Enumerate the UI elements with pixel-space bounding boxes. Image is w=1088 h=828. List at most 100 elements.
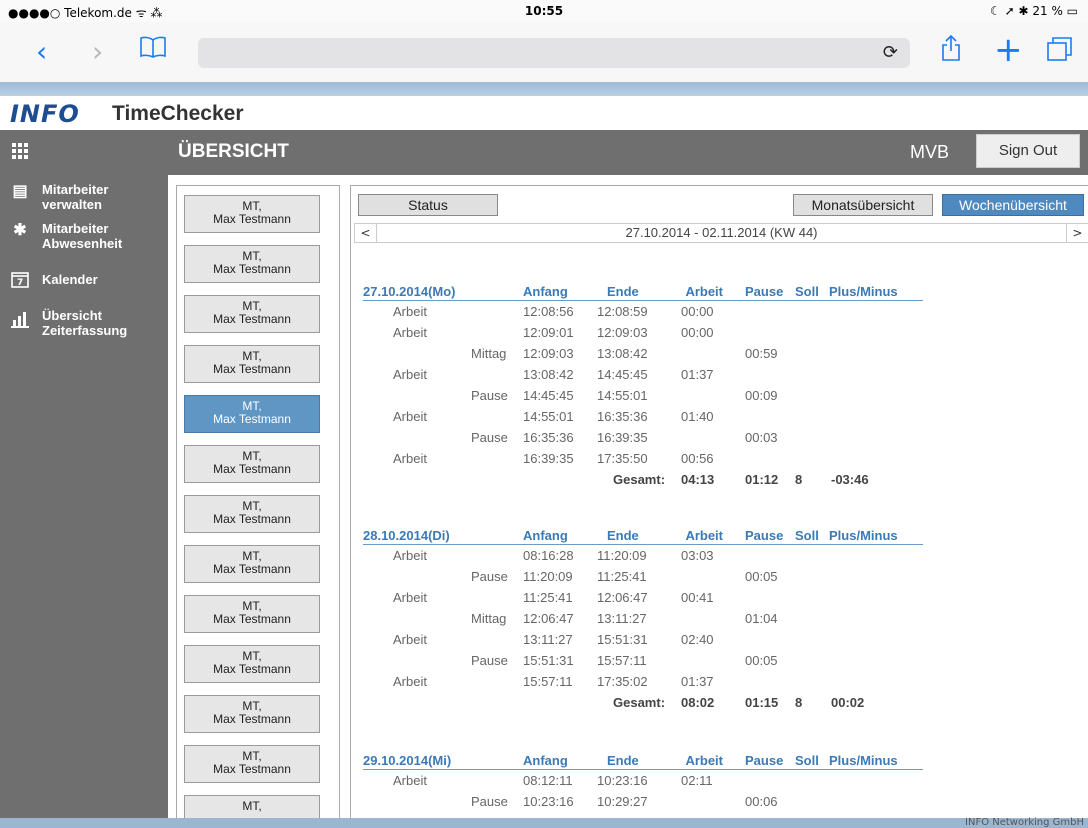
entry-end: 15:51:31 bbox=[597, 632, 648, 647]
page-top-band bbox=[0, 82, 1088, 96]
entry-end: 13:11:27 bbox=[597, 611, 647, 626]
employee-button[interactable]: MT, Max Testmann bbox=[184, 645, 320, 683]
employee-button[interactable]: MT, Max Testmann bbox=[184, 345, 320, 383]
entry-work: 00:56 bbox=[681, 451, 714, 466]
col-arbeit: Arbeit bbox=[685, 284, 723, 299]
entry-type: Arbeit bbox=[393, 632, 427, 647]
weekly-overview-button[interactable]: Wochenübersicht bbox=[942, 194, 1084, 216]
time-entry-row: Arbeit 12:09:01 12:09:03 00:00 bbox=[363, 322, 923, 343]
back-icon[interactable]: ‹ bbox=[36, 36, 47, 68]
time-entry-row: Arbeit 12:08:56 12:08:59 00:00 bbox=[363, 301, 923, 322]
sidebar-item-label: Mitarbeiter Abwesenheit bbox=[42, 221, 123, 251]
col-pause: Pause bbox=[745, 284, 784, 299]
time-entry-row: Arbeit 11:25:41 12:06:47 00:41 bbox=[363, 587, 923, 608]
day-date: 28.10.2014(Di) bbox=[363, 528, 450, 543]
prev-week-button[interactable]: < bbox=[355, 224, 377, 242]
employee-button[interactable]: MT, Max Testmann bbox=[184, 195, 320, 233]
total-work: 08:02 bbox=[681, 695, 715, 710]
total-soll: 8 bbox=[795, 472, 803, 487]
entry-break-type: Pause bbox=[471, 569, 508, 584]
gear-icon: ✱ bbox=[13, 222, 27, 239]
id-card-icon: ▤ bbox=[12, 183, 28, 200]
employee-name: Max Testmann bbox=[213, 312, 291, 326]
day-table: 29.10.2014(Mi) Anfang Ende Arbeit Pause Soll P… bbox=[363, 753, 923, 812]
time-entry-row: Arbeit 13:11:27 15:51:31 02:40 bbox=[363, 629, 923, 650]
col-plus-minus: Plus/Minus bbox=[829, 528, 898, 543]
employee-button[interactable]: MT, Max Testmann bbox=[184, 745, 320, 783]
col-soll: Soll bbox=[795, 284, 819, 299]
entry-work: 01:37 bbox=[681, 367, 714, 382]
time-entry-row: Pause 10:23:16 10:29:27 00:06 bbox=[363, 791, 923, 812]
col-arbeit: Arbeit bbox=[685, 753, 723, 768]
app-header: INFO TimeChecker bbox=[0, 96, 1088, 130]
main-panel: Status Monatsübersicht Wochenübersicht 2… bbox=[350, 185, 1088, 818]
entry-end: 16:35:36 bbox=[597, 409, 648, 424]
employee-name: Max Testmann bbox=[213, 762, 291, 776]
sidebar-item-kalender[interactable]: 7 Kalender bbox=[10, 272, 168, 292]
sign-out-button[interactable]: Sign Out bbox=[976, 134, 1080, 168]
col-soll: Soll bbox=[795, 528, 819, 543]
next-week-button[interactable]: > bbox=[1066, 224, 1088, 242]
employee-button[interactable]: MT, Max Testmann bbox=[184, 295, 320, 333]
bookmarks-icon[interactable] bbox=[140, 36, 166, 68]
employee-button[interactable]: MT, Max Testmann bbox=[184, 245, 320, 283]
day-table: 27.10.2014(Mo) Anfang Ende Arbeit Pause Soll P… bbox=[363, 284, 923, 490]
total-label: Gesamt: bbox=[613, 472, 666, 487]
col-plus-minus: Plus/Minus bbox=[829, 284, 898, 299]
time-entry-row: Pause 16:35:36 16:39:35 00:03 bbox=[363, 427, 923, 448]
entry-pause: 00:03 bbox=[745, 430, 778, 445]
employee-name: Max Testmann bbox=[213, 212, 291, 226]
total-soll: 8 bbox=[795, 695, 803, 710]
entry-end: 17:35:50 bbox=[597, 451, 648, 466]
entry-type: Arbeit bbox=[393, 773, 427, 788]
sidebar-item-label: Kalender bbox=[42, 272, 98, 287]
entry-work: 00:41 bbox=[681, 590, 714, 605]
day-header: 28.10.2014(Di) Anfang Ende Arbeit Pause Soll P… bbox=[363, 528, 923, 545]
employee-button[interactable]: MT, Max Testmann bbox=[184, 545, 320, 583]
employee-button[interactable]: MT, Max Testmann bbox=[184, 595, 320, 633]
entry-end: 12:08:59 bbox=[597, 304, 648, 319]
entry-start: 15:51:31 bbox=[523, 653, 574, 668]
entry-end: 14:55:01 bbox=[597, 388, 648, 403]
employee-button[interactable]: MT, Max Testmann bbox=[184, 395, 320, 433]
entry-work: 02:40 bbox=[681, 632, 714, 647]
entry-pause: 00:06 bbox=[745, 794, 778, 809]
entry-pause: 01:04 bbox=[745, 611, 778, 626]
share-icon[interactable] bbox=[940, 34, 962, 69]
entry-end: 13:08:42 bbox=[597, 346, 648, 361]
col-soll: Soll bbox=[795, 753, 819, 768]
col-anfang: Anfang bbox=[523, 753, 568, 768]
entry-end: 17:35:02 bbox=[597, 674, 648, 689]
time-entry-row: Pause 14:45:45 14:55:01 00:09 bbox=[363, 385, 923, 406]
col-pause: Pause bbox=[745, 753, 784, 768]
entry-end: 14:45:45 bbox=[597, 367, 648, 382]
entry-start: 12:06:47 bbox=[523, 611, 574, 626]
entry-work: 00:00 bbox=[681, 325, 714, 340]
entry-start: 11:25:41 bbox=[523, 590, 573, 605]
url-bar[interactable]: ⟳ bbox=[198, 38, 910, 68]
forward-icon[interactable]: › bbox=[92, 36, 103, 68]
entry-start: 12:08:56 bbox=[523, 304, 574, 319]
apps-grid-icon[interactable] bbox=[12, 143, 30, 161]
reload-icon[interactable]: ⟳ bbox=[883, 42, 898, 63]
employee-button[interactable]: MT, Max Testmann bbox=[184, 445, 320, 483]
employee-button[interactable]: MT, bbox=[184, 795, 320, 818]
entry-start: 12:09:01 bbox=[523, 325, 574, 340]
entry-break-type: Mittag bbox=[471, 611, 507, 626]
entry-start: 16:39:35 bbox=[523, 451, 574, 466]
week-range-label: 27.10.2014 - 02.11.2014 (KW 44) bbox=[625, 225, 818, 240]
entry-type: Arbeit bbox=[393, 451, 427, 466]
time-entry-row: Mittag 12:06:47 13:11:27 01:04 bbox=[363, 608, 923, 629]
monthly-overview-button[interactable]: Monatsübersicht bbox=[793, 194, 933, 216]
sidebar-item-mitarbeiter-abwesenheit[interactable]: ✱ Mitarbeiter Abwesenheit bbox=[10, 221, 168, 253]
employee-button[interactable]: MT, Max Testmann bbox=[184, 695, 320, 733]
total-plus-minus: 00:02 bbox=[831, 695, 865, 710]
tabs-icon[interactable] bbox=[1046, 36, 1074, 69]
employee-button[interactable]: MT, Max Testmann bbox=[184, 495, 320, 533]
sidebar-item-label: Mitarbeiter verwalten bbox=[42, 182, 109, 212]
new-tab-icon[interactable]: + bbox=[994, 33, 1023, 67]
sidebar-item-mitarbeiter-verwalten[interactable]: ▤ Mitarbeiter verwalten bbox=[10, 182, 168, 214]
sidebar-item-uebersicht-zeiterfassung[interactable]: Übersicht Zeiterfassung bbox=[10, 308, 168, 340]
status-button[interactable]: Status bbox=[358, 194, 498, 216]
entry-break-type: Pause bbox=[471, 653, 508, 668]
